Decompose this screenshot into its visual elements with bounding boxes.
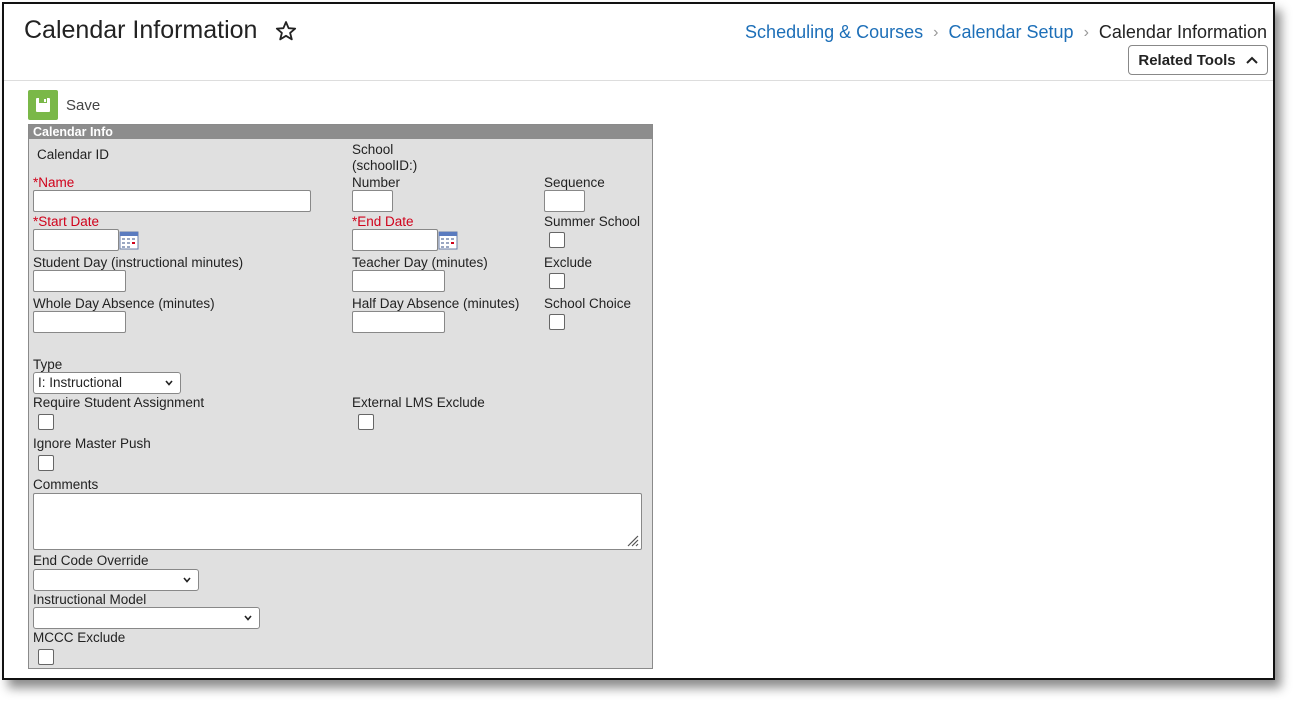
teacher-day-label: Teacher Day (minutes)	[352, 255, 488, 270]
end-code-label: End Code Override	[33, 553, 149, 568]
school-choice-label: School Choice	[544, 296, 632, 311]
school-choice-checkbox[interactable]	[549, 314, 565, 330]
comments-label: Comments	[33, 477, 99, 492]
exclude-checkbox[interactable]	[549, 273, 565, 289]
ignore-master-label: Ignore Master Push	[33, 436, 151, 451]
chevron-down-icon	[165, 380, 173, 386]
save-label: Save	[66, 96, 101, 114]
related-tools-label: Related Tools	[1138, 51, 1236, 69]
school-label: School	[352, 142, 394, 157]
name-field[interactable]	[33, 190, 311, 212]
mccc-exclude-label: MCCC Exclude	[33, 630, 126, 645]
header-divider	[4, 80, 1273, 81]
require-student-checkbox[interactable]	[38, 414, 54, 430]
teacher-day-field[interactable]	[352, 270, 445, 292]
student-day-label: Student Day (instructional minutes)	[33, 255, 244, 270]
start-date-field[interactable]	[33, 229, 119, 251]
half-day-absence-label: Half Day Absence (minutes)	[352, 296, 520, 311]
end-date-field[interactable]	[352, 229, 438, 251]
comments-field[interactable]	[33, 493, 642, 550]
sequence-field[interactable]	[544, 190, 585, 212]
chevron-right-icon: ›	[1083, 23, 1089, 41]
name-label: *Name	[33, 175, 75, 190]
exclude-label: Exclude	[544, 255, 593, 270]
type-select[interactable]: I: Instructional	[33, 372, 181, 394]
number-field[interactable]	[352, 190, 393, 212]
save-icon	[28, 90, 58, 120]
breadcrumb: Scheduling & Courses › Calendar Setup › …	[745, 22, 1267, 43]
calendar-icon[interactable]	[438, 230, 458, 250]
chevron-right-icon: ›	[933, 23, 939, 41]
type-select-value: I: Instructional	[38, 375, 123, 390]
app-window: Calendar Information Scheduling & Course…	[2, 2, 1275, 680]
instructional-model-select[interactable]	[33, 607, 260, 629]
breadcrumb-scheduling[interactable]: Scheduling & Courses	[745, 22, 923, 43]
calendar-info-panel: Calendar Info Calendar ID School (school…	[28, 124, 653, 669]
school-id-label: (schoolID:)	[352, 158, 418, 173]
type-label: Type	[33, 357, 63, 372]
page-title: Calendar Information	[24, 16, 258, 44]
number-label: Number	[352, 175, 401, 190]
mccc-exclude-checkbox[interactable]	[38, 649, 54, 665]
related-tools-button[interactable]: Related Tools	[1128, 45, 1268, 75]
summer-school-label: Summer School	[544, 214, 641, 229]
save-button[interactable]: Save	[28, 90, 100, 120]
sequence-label: Sequence	[544, 175, 605, 190]
breadcrumb-current: Calendar Information	[1098, 22, 1267, 42]
instructional-model-label: Instructional Model	[33, 592, 147, 607]
start-date-label: *Start Date	[33, 214, 100, 229]
external-lms-label: External LMS Exclude	[352, 395, 485, 410]
chevron-down-icon	[244, 615, 252, 621]
breadcrumb-calendar-setup[interactable]: Calendar Setup	[948, 22, 1073, 43]
end-date-label: *End Date	[352, 214, 414, 229]
whole-day-absence-label: Whole Day Absence (minutes)	[33, 296, 215, 311]
ignore-master-checkbox[interactable]	[38, 455, 54, 471]
require-student-label: Require Student Assignment	[33, 395, 205, 410]
half-day-absence-field[interactable]	[352, 311, 445, 333]
student-day-field[interactable]	[33, 270, 126, 292]
external-lms-checkbox[interactable]	[358, 414, 374, 430]
chevron-down-icon	[183, 577, 191, 583]
resize-handle-icon[interactable]	[625, 533, 639, 547]
calendar-icon[interactable]	[119, 230, 139, 250]
summer-school-checkbox[interactable]	[549, 232, 565, 248]
panel-header: Calendar Info	[29, 125, 652, 139]
chevron-up-icon	[1245, 56, 1258, 64]
whole-day-absence-field[interactable]	[33, 311, 126, 333]
calendar-id-label: Calendar ID	[37, 147, 110, 162]
star-icon[interactable]	[274, 19, 298, 43]
end-code-select[interactable]	[33, 569, 199, 591]
